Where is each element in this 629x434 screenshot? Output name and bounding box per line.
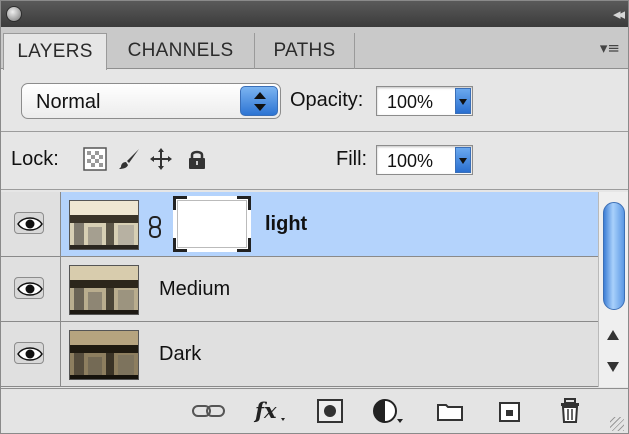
layer-thumbnail[interactable]: [69, 265, 139, 315]
mask-link-icon[interactable]: [147, 216, 163, 243]
panel-tabs: LAYERS CHANNELS PATHS: [1, 27, 628, 70]
lock-position-icon[interactable]: [149, 147, 173, 171]
link-layers-icon[interactable]: [191, 397, 227, 425]
fill-label: Fill:: [336, 148, 368, 170]
divider: [1, 189, 628, 190]
opacity-value: 100%: [387, 92, 434, 112]
eye-icon[interactable]: [14, 277, 44, 299]
add-mask-icon[interactable]: [315, 397, 345, 425]
new-layer-icon[interactable]: [495, 397, 525, 425]
visibility-cell: [1, 322, 61, 386]
lock-label: Lock:: [11, 148, 59, 170]
opacity-label: Opacity:: [290, 89, 364, 111]
fill-field[interactable]: 100%: [376, 145, 473, 175]
opacity-field[interactable]: 100%: [376, 86, 473, 116]
layer-thumbnail[interactable]: [69, 330, 139, 380]
resize-grip-icon[interactable]: [610, 417, 624, 431]
layers-toolbar: fx: [1, 388, 628, 433]
scrollbar-thumb[interactable]: [603, 202, 625, 310]
delete-layer-icon[interactable]: [555, 397, 585, 425]
lock-transparent-icon[interactable]: [83, 147, 107, 171]
collapse-icon[interactable]: ◂◂: [613, 5, 625, 23]
close-icon[interactable]: [6, 6, 22, 22]
svg-text:fx: fx: [253, 398, 277, 423]
new-group-icon[interactable]: [435, 397, 465, 425]
scroll-up-icon[interactable]: [607, 330, 619, 340]
visibility-cell: [1, 257, 61, 321]
divider: [1, 131, 628, 132]
eye-icon[interactable]: [14, 212, 44, 234]
tab-layers[interactable]: LAYERS: [3, 33, 107, 70]
layer-thumbnail[interactable]: [69, 200, 139, 250]
fill-dropdown-icon[interactable]: [455, 147, 471, 173]
lock-image-icon[interactable]: [117, 147, 141, 171]
visibility-cell: [1, 192, 61, 256]
layer-row-light[interactable]: light: [1, 192, 598, 257]
blend-mode-value: Normal: [36, 91, 101, 113]
layers-panel: ◂◂ LAYERS CHANNELS PATHS ▾≡ Normal Opaci…: [0, 0, 629, 434]
layer-name[interactable]: Dark: [159, 343, 201, 366]
layer-mask-thumbnail[interactable]: [173, 196, 251, 252]
layer-row-medium[interactable]: Medium: [1, 257, 598, 322]
blend-mode-select[interactable]: Normal: [21, 83, 281, 119]
fill-value: 100%: [387, 151, 434, 171]
layers-list: light Medium Dark: [1, 192, 598, 387]
panel-menu-icon[interactable]: ▾≡: [600, 39, 620, 57]
layer-name[interactable]: light: [265, 213, 307, 236]
layer-row-dark[interactable]: Dark: [1, 322, 598, 387]
tab-channels[interactable]: CHANNELS: [107, 33, 255, 69]
scroll-down-icon[interactable]: [607, 362, 619, 372]
tab-paths[interactable]: PATHS: [255, 33, 355, 69]
blend-mode-stepper-icon[interactable]: [240, 86, 278, 116]
panel-titlebar: ◂◂: [1, 1, 628, 27]
layer-style-icon[interactable]: fx: [253, 397, 289, 425]
layers-scrollbar[interactable]: [598, 192, 628, 387]
layer-name[interactable]: Medium: [159, 278, 230, 301]
eye-icon[interactable]: [14, 342, 44, 364]
adjustment-layer-icon[interactable]: [371, 397, 405, 425]
opacity-dropdown-icon[interactable]: [455, 88, 471, 114]
lock-all-icon[interactable]: [185, 147, 209, 171]
